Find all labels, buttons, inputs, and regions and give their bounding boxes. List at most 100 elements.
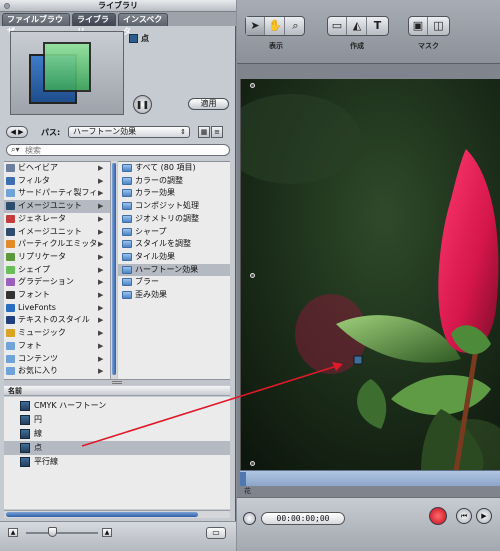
icon-size-slider-knob[interactable]: [48, 527, 57, 537]
hand-tool-icon[interactable]: ✋: [266, 17, 285, 35]
library-panel: ライブラリ ファイルブラウザ ライブラリ インスペクタ 点 ❚❚ 適用 ◀ ▶ …: [0, 0, 236, 551]
item-row[interactable]: 点: [4, 441, 230, 455]
category-item[interactable]: フィルタ ▶: [4, 175, 110, 188]
folder-icon: [122, 176, 132, 185]
category-label: お気に入り: [18, 366, 58, 376]
canvas-viewer[interactable]: [240, 79, 500, 471]
tab-file-browser[interactable]: ファイルブラウザ: [2, 13, 70, 36]
category-item[interactable]: ジェネレータ ▶: [4, 213, 110, 226]
category-item[interactable]: お気に入り ▶: [4, 365, 110, 378]
category-item[interactable]: シェイプ ▶: [4, 264, 110, 277]
list-view-button[interactable]: ≡: [211, 126, 223, 138]
timing-gear-icon[interactable]: [243, 512, 256, 525]
category-item[interactable]: LiveFonts ▶: [4, 302, 110, 315]
scroll-thumb[interactable]: [6, 512, 198, 517]
items-scrollbar[interactable]: [4, 510, 230, 518]
subcategory-label: すべて (80 項目): [135, 163, 196, 172]
bounding-handle[interactable]: [250, 273, 255, 278]
folder-icon: [122, 214, 132, 223]
bounding-handle[interactable]: [250, 83, 255, 88]
path-popup[interactable]: ハーフトーン効果 ⇕: [68, 126, 190, 138]
disclosure-arrow-icon: ▶: [98, 252, 104, 261]
category-item[interactable]: リプリケータ ▶: [4, 251, 110, 264]
rectangle-mask-icon[interactable]: ▣: [409, 17, 428, 35]
category-item[interactable]: ビヘイビア ▶: [4, 162, 110, 175]
disclosure-arrow-icon: ▶: [98, 367, 104, 376]
subcategory-item[interactable]: ハーフトーン効果: [118, 263, 230, 277]
category-item[interactable]: フォト ▶: [4, 340, 110, 353]
items-list: CMYK ハーフトーン円線点平行線: [4, 397, 230, 509]
item-row[interactable]: CMYK ハーフトーン: [4, 399, 230, 413]
icon-size-slider[interactable]: [26, 532, 98, 534]
search-input[interactable]: [25, 146, 205, 155]
category-item[interactable]: フォント ▶: [4, 289, 110, 302]
pause-preview-button[interactable]: ❚❚: [133, 95, 152, 114]
image-unit-icon: [20, 401, 30, 411]
items-column-header[interactable]: 名前: [4, 386, 230, 396]
subcategory-item[interactable]: すべて (80 項目): [118, 162, 230, 175]
music-icon: [6, 329, 15, 338]
library-title-bar[interactable]: ライブラリ: [0, 0, 236, 12]
category-item[interactable]: テキストのスタイル ▶: [4, 314, 110, 327]
category-item[interactable]: コンテンツ ▶: [4, 353, 110, 366]
category-item[interactable]: ミュージック ▶: [4, 327, 110, 340]
subcategory-item[interactable]: スタイルを調整: [118, 238, 230, 251]
record-button[interactable]: [429, 507, 447, 525]
image-unit-icon: [6, 227, 15, 236]
rectangle-tool-icon[interactable]: ▭: [328, 17, 347, 35]
zoom-tool-icon[interactable]: ⌕: [286, 17, 305, 35]
disclosure-arrow-icon: ▶: [98, 341, 104, 350]
pause-icon: ❚❚: [135, 100, 150, 109]
subcategory-item[interactable]: ブラー: [118, 276, 230, 289]
category-item[interactable]: パーティクルエミッタ ▶: [4, 238, 110, 251]
subcategory-item[interactable]: カラー効果: [118, 187, 230, 200]
category-label: ビヘイビア: [18, 163, 58, 172]
tab-inspector[interactable]: インスペクタ: [118, 13, 168, 36]
select-tool-icon[interactable]: ➤: [246, 17, 265, 35]
scroll-thumb[interactable]: [112, 163, 116, 375]
item-label: 点: [34, 443, 42, 452]
subcategory-item[interactable]: ジオメトリの調整: [118, 213, 230, 226]
subcategory-item[interactable]: タイル効果: [118, 251, 230, 264]
category-item[interactable]: サードパーティ製フィ ▶: [4, 187, 110, 200]
subcategory-item[interactable]: 歪み効果: [118, 289, 230, 302]
folder-icon: [6, 189, 15, 198]
mini-timeline[interactable]: 花: [240, 470, 500, 495]
category-list: ビヘイビア ▶ フィルタ ▶ サードパーティ製フィ ▶ イメージユニット ▶ ジェネレータ ▶ イメ…: [4, 161, 110, 379]
bezier-tool-icon[interactable]: ◭: [348, 17, 367, 35]
bezier-mask-icon[interactable]: ◫: [429, 17, 448, 35]
selected-item-name: 点: [141, 34, 149, 43]
folder-icon: [122, 252, 132, 261]
playhead-marker[interactable]: [240, 472, 246, 486]
go-to-start-button[interactable]: ⏮: [456, 508, 472, 524]
canvas-toolbar: ➤ ✋ ⌕ 表示 ▭ ◭ T 作成 ▣ ◫ マスク: [237, 0, 500, 64]
play-button[interactable]: ▶: [476, 508, 492, 524]
disclosure-arrow-icon: ▶: [98, 240, 104, 249]
back-forward-button[interactable]: ◀ ▶: [6, 126, 28, 138]
split-view-handle[interactable]: [4, 379, 230, 385]
text-tool-icon[interactable]: T: [368, 17, 387, 35]
category-item[interactable]: イメージユニット ▶: [4, 200, 110, 213]
category-item[interactable]: イメージユニット ▶: [4, 226, 110, 239]
category-item[interactable]: グラデーション ▶: [4, 276, 110, 289]
timecode-display[interactable]: 00:00:00;00: [261, 512, 345, 525]
subcategory-label: シャープ: [135, 226, 167, 236]
item-row[interactable]: 平行線: [4, 455, 230, 469]
apply-button[interactable]: 適用: [188, 98, 229, 110]
item-row[interactable]: 円: [4, 413, 230, 427]
subcategory-item[interactable]: シャープ: [118, 226, 230, 239]
icon-view-button[interactable]: ▦: [198, 126, 210, 138]
bounding-handle[interactable]: [250, 461, 255, 466]
category-label: シェイプ: [18, 264, 50, 274]
new-folder-button[interactable]: ▭: [206, 527, 226, 539]
search-field[interactable]: ⌕▾: [6, 144, 230, 156]
text-style-icon: [6, 316, 15, 325]
close-window-icon[interactable]: [4, 3, 10, 9]
subcategory-item[interactable]: コンポジット処理: [118, 200, 230, 213]
disclosure-arrow-icon: ▶: [98, 291, 104, 299]
category-scrollbar[interactable]: [110, 161, 117, 379]
tab-library[interactable]: ライブラリ: [72, 13, 116, 36]
subcategory-item[interactable]: カラーの調整: [118, 175, 230, 188]
item-row[interactable]: 線: [4, 427, 230, 441]
transport-controls: 00:00:00;00 ⏮ ▶: [237, 497, 500, 551]
